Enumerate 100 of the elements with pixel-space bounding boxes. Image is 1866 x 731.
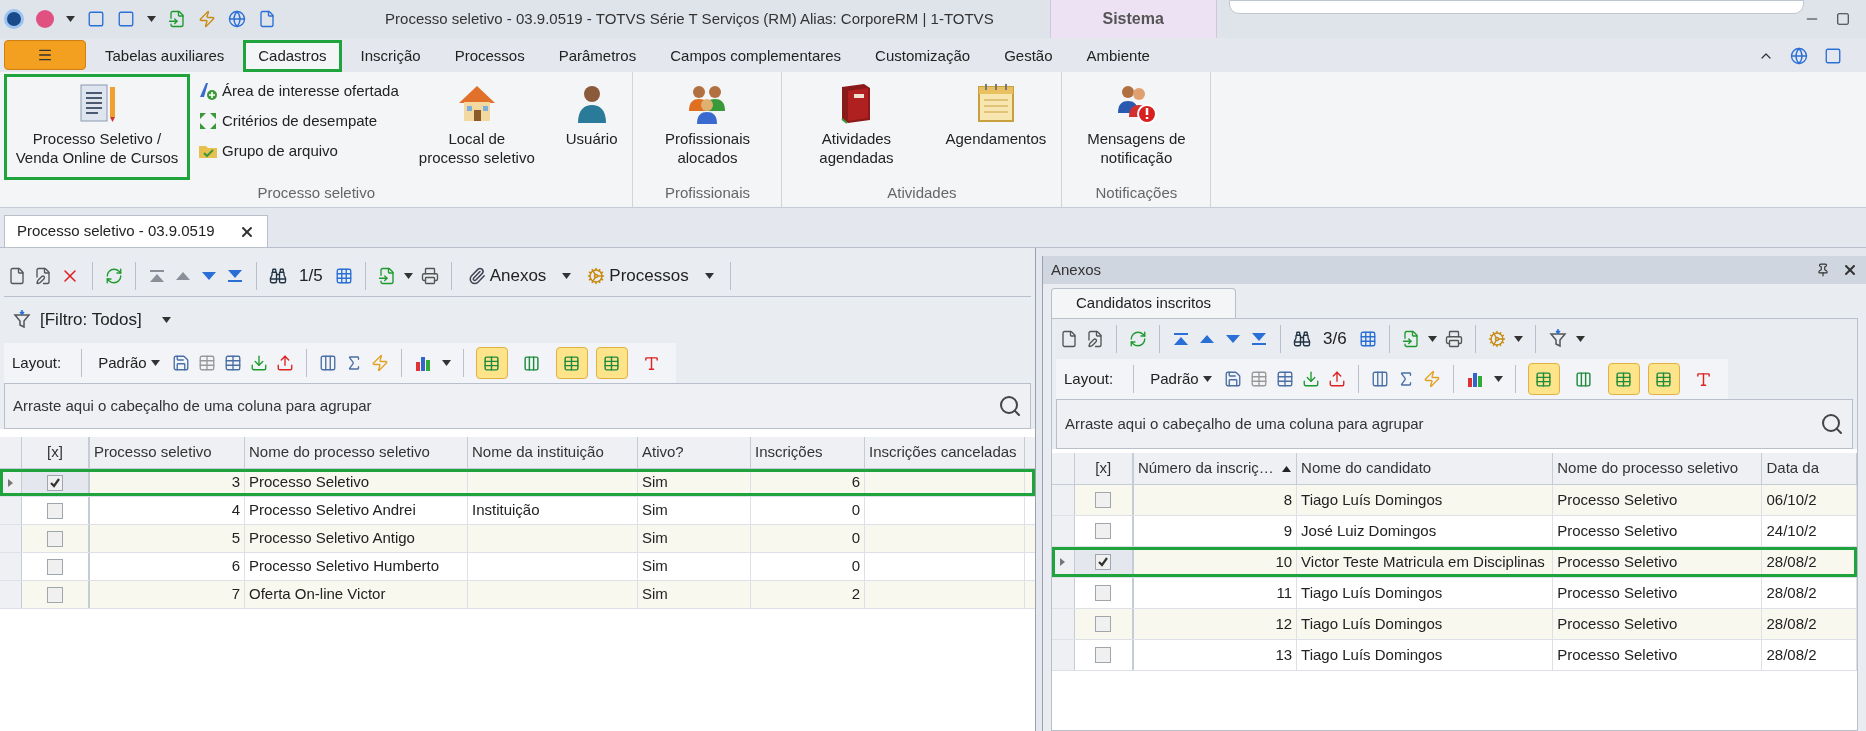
download-icon[interactable] [249,354,268,372]
filter-icon[interactable] [1547,329,1568,349]
panel-tab[interactable]: Candidatos inscritos [1051,288,1237,318]
upload-icon[interactable] [1327,370,1346,388]
ribbon-small-button[interactable]: Área de interesse ofertada [198,78,399,104]
column-header[interactable]: Data da [1762,453,1857,484]
checkbox[interactable] [47,474,63,491]
column-header[interactable]: Inscrições canceladas [865,437,1025,468]
layout-preset-dropdown[interactable]: Padrão [94,351,164,375]
edit-icon[interactable] [34,267,52,285]
ribbon-button[interactable]: Agendamentos [934,74,1058,180]
document-tab[interactable]: Processo seletivo - 03.9.0519 [4,215,268,247]
print-icon[interactable] [1444,330,1463,348]
table-row[interactable]: 11 Tiago Luís Domingos Processo Seletivo 28/08/2 [1052,578,1857,609]
window-icon[interactable] [1824,47,1842,65]
import-icon[interactable] [1401,330,1420,348]
column-header[interactable]: Processo seletivo [90,437,245,468]
toggle-button[interactable] [1647,363,1680,395]
checkbox[interactable] [1095,647,1112,663]
checkbox[interactable] [47,502,63,519]
last-record-icon[interactable] [1250,331,1268,347]
table-icon[interactable] [197,354,216,372]
ribbon-tab[interactable]: Inscrição [345,40,436,72]
column-header[interactable]: Nome do processo seletivo [245,437,468,468]
ribbon-tab[interactable]: Parâmetros [543,40,652,72]
ribbon-tab[interactable]: Campos complementares [655,40,857,72]
save-layout-icon[interactable] [1223,370,1242,388]
ribbon-tab[interactable]: Processos [439,40,540,72]
table-icon[interactable] [223,354,242,372]
checkbox[interactable] [1095,492,1112,508]
checkbox[interactable] [47,530,63,547]
table-icon[interactable] [1275,370,1294,388]
table-row[interactable]: 5 Processo Seletivo Antigo Sim 0 [0,525,1035,553]
table-row[interactable]: 7 Oferta On-line Victor Sim 2 [0,581,1035,609]
ribbon-button[interactable]: Atividades agendadas [786,74,927,180]
ribbon-tab[interactable]: Gestão [989,40,1068,72]
context-tab[interactable]: Sistema [1049,0,1217,38]
ribbon-button[interactable]: Mensagens de notificação [1066,74,1207,180]
maximize-icon[interactable] [1836,12,1850,26]
column-header[interactable]: Inscrições [751,437,865,468]
upload-icon[interactable] [275,354,294,372]
first-record-icon[interactable] [1172,331,1190,347]
lightning-icon[interactable] [1422,370,1441,388]
grid-icon[interactable] [1358,330,1377,348]
columns-icon[interactable] [1370,370,1389,388]
checkbox[interactable] [1095,616,1112,632]
checkbox[interactable] [47,558,63,575]
ribbon-button[interactable]: Profissionais alocados [637,74,778,180]
app-orb-icon[interactable] [4,9,24,29]
copy-icon[interactable] [258,10,276,28]
ribbon-tab[interactable]: Cadastros [243,40,342,72]
columns-icon[interactable] [318,354,337,372]
column-header[interactable]: Nome do processo seletivo [1553,453,1763,484]
globe-icon[interactable] [1790,47,1808,65]
last-record-icon[interactable] [226,268,244,284]
import-icon[interactable] [168,10,186,28]
checkbox[interactable] [1095,523,1112,539]
checkbox[interactable] [1095,554,1112,570]
toggle-button[interactable] [595,347,628,379]
close-icon[interactable] [1842,262,1858,278]
checkbox[interactable] [47,586,63,603]
binoculars-icon[interactable] [269,267,287,285]
table-row[interactable]: 12 Tiago Luís Domingos Processo Seletivo 28/08/2 [1052,609,1857,640]
ribbon-button[interactable]: Local de processo seletivo [406,74,547,180]
table-row[interactable]: 9 José Luiz Domingos Processo Seletivo 24/10/2 [1052,516,1857,547]
globe-icon[interactable] [228,10,246,28]
window-icon[interactable] [87,10,105,28]
toggle-button[interactable] [1607,363,1640,395]
attachments-button[interactable]: Anexos [463,263,576,289]
lightning-icon[interactable] [370,354,389,372]
download-icon[interactable] [1301,370,1320,388]
toggle-button[interactable] [1527,363,1560,395]
table-row[interactable]: 3 Processo Seletivo Sim 6 [0,469,1035,497]
toggle-button[interactable] [555,347,588,379]
ribbon-small-button[interactable]: Critérios de desempate [198,108,399,134]
grid-icon[interactable] [334,267,353,285]
new-icon[interactable] [8,267,26,285]
refresh-icon[interactable] [105,267,123,285]
column-header[interactable]: Ativo? [638,437,751,468]
refresh-icon[interactable] [1129,330,1147,348]
column-header[interactable]: Número da inscriç… [1133,453,1298,484]
processes-button[interactable]: Processos [583,263,718,289]
import-icon[interactable] [377,267,396,285]
gear-icon[interactable] [1487,330,1506,348]
new-icon[interactable] [1060,330,1078,348]
print-icon[interactable] [420,267,439,285]
layout-preset-dropdown[interactable]: Padrão [1146,367,1216,391]
column-header[interactable]: Nome do candidato [1297,453,1554,484]
ribbon-tab[interactable]: Ambiente [1071,40,1165,72]
search-icon[interactable] [998,394,1022,418]
table-row[interactable]: 6 Processo Seletivo Humberto Sim 0 [0,553,1035,581]
filter-dropdown[interactable]: [Filtro: Todos] [12,307,171,333]
binoculars-icon[interactable] [1293,330,1311,348]
toggle-button[interactable] [475,347,508,379]
lightning-icon[interactable] [198,10,216,28]
column-header[interactable]: Nome da instituição [468,437,638,468]
ribbon-small-button[interactable]: Grupo de arquivo [198,138,399,164]
ribbon-tab[interactable]: Tabelas auxiliares [90,40,240,72]
ribbon-button[interactable]: Usuário [554,74,629,180]
table-row[interactable]: 13 Tiago Luís Domingos Processo Seletivo 28/08/2 [1052,640,1857,671]
